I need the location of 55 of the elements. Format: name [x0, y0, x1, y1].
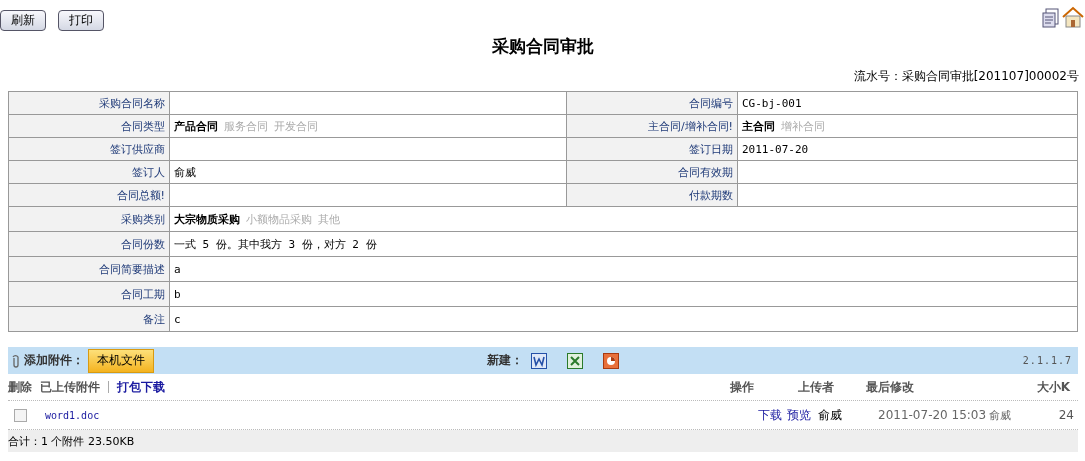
document-icon[interactable] — [1042, 8, 1060, 28]
field-label: 采购类别 — [8, 206, 170, 232]
field-value: 俞威 — [174, 165, 196, 179]
field-label: 合同编号 — [566, 91, 738, 115]
attachment-total: 合计：1 个附件 23.50KB — [8, 433, 135, 449]
uploaded-attachments-header: 已上传附件 — [40, 378, 100, 396]
field-label: 采购合同名称 — [8, 91, 170, 115]
uploader: 俞威 — [818, 406, 843, 424]
action-link[interactable]: 下载 — [758, 406, 782, 424]
field-label: 合同总额! — [8, 183, 170, 207]
presentation-icon[interactable] — [603, 352, 619, 369]
home-icon[interactable] — [1062, 6, 1084, 28]
field-label: 签订日期 — [566, 137, 738, 161]
field-label: 签订供应商 — [8, 137, 170, 161]
field-label: 合同简要描述 — [8, 256, 170, 282]
field-value: 一式 5 份。其中我方 3 份，对方 2 份 — [174, 237, 377, 251]
delete-header: 删除 — [8, 378, 32, 396]
modified-time: 2011-07-20 15:03 — [878, 407, 987, 423]
field-value: c — [174, 312, 181, 326]
field-label: 签订人 — [8, 160, 170, 184]
version-number: 2.1.1.7 — [1022, 355, 1072, 366]
option[interactable]: 产品合同 — [174, 119, 218, 133]
field-value: 2011-07-20 — [742, 142, 809, 156]
serial-number: 流水号：采购合同审批[201107]00002号 — [853, 69, 1079, 83]
spreadsheet-icon[interactable] — [567, 352, 583, 369]
field-label: 付款期数 — [566, 183, 738, 207]
column-header: 大小K — [1035, 378, 1070, 396]
field-label: 合同有效期 — [566, 160, 738, 184]
column-header: 操作 — [730, 378, 755, 396]
option[interactable]: 主合同 — [742, 119, 775, 133]
pack-download-link[interactable]: 打包下载 — [117, 378, 165, 396]
field-label: 合同类型 — [8, 114, 170, 138]
field-value: a — [174, 262, 181, 276]
field-label: 合同份数 — [8, 231, 170, 257]
add-attachment-label: 添加附件： — [24, 352, 84, 369]
local-file-button[interactable]: 本机文件 — [88, 348, 154, 373]
modifier: 俞威 — [989, 407, 1012, 423]
option[interactable]: 大宗物质采购 — [174, 212, 240, 226]
checkbox[interactable] — [14, 408, 27, 422]
paperclip-icon — [12, 353, 20, 368]
page-title: 采购合同审批 — [491, 35, 595, 58]
toolbar-button[interactable]: 刷新 — [0, 10, 46, 31]
column-header: 最后修改 — [866, 378, 915, 396]
field-value: b — [174, 287, 181, 301]
action-link[interactable]: 预览 — [787, 406, 811, 424]
column-header: 上传者 — [798, 378, 835, 396]
field-label: 合同工期 — [8, 281, 170, 307]
field-label: 主合同/增补合同! — [566, 114, 738, 138]
file-size: 24 — [1057, 408, 1075, 422]
field-value: CG-bj-001 — [742, 96, 802, 110]
new-label: 新建： — [487, 352, 523, 369]
word-document-icon[interactable] — [531, 352, 547, 369]
field-label: 备注 — [8, 306, 170, 332]
toolbar-button[interactable]: 打印 — [58, 10, 104, 31]
file-link[interactable]: word1.doc — [45, 409, 100, 421]
